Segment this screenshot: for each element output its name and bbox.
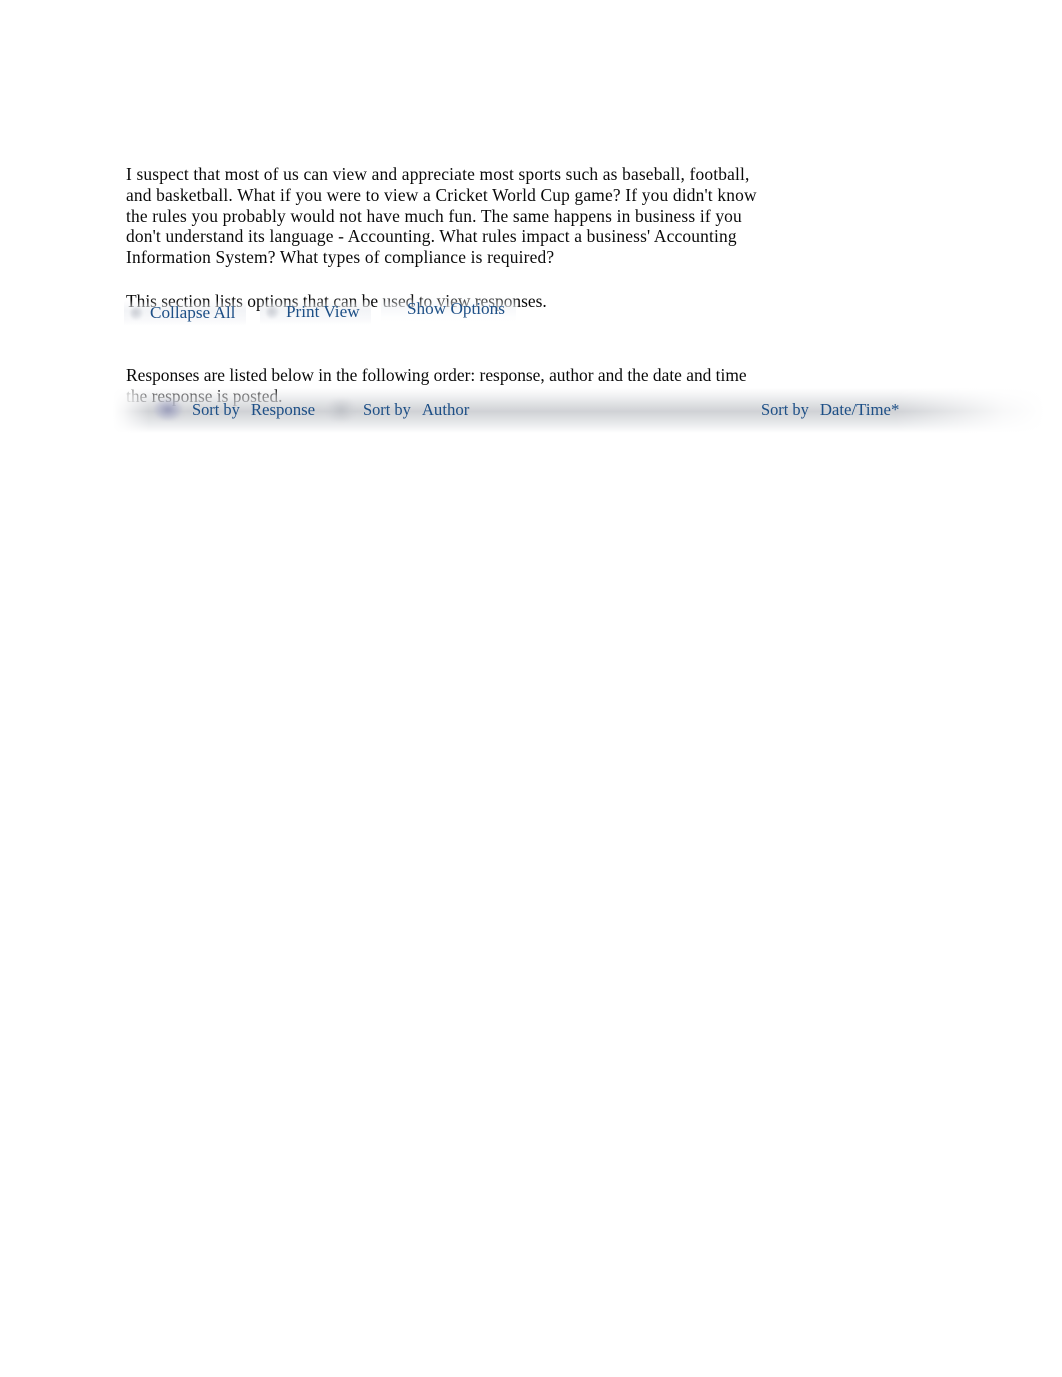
sort-bar-left-fade (113, 388, 149, 433)
discussion-thread-page: I suspect that most of us can view and a… (0, 0, 1062, 1377)
options-toolbar: Collapse All Print View Show Options (118, 296, 678, 330)
sort-response-icon (153, 398, 183, 421)
discussion-prompt-text: I suspect that most of us can view and a… (126, 164, 757, 267)
print-icon (266, 305, 279, 319)
sort-by-label-datetime: Sort by (761, 399, 809, 419)
sort-field-datetime: Date/Time* (819, 399, 900, 419)
sort-field-response: Response (250, 399, 316, 419)
sort-by-label-response: Sort by (192, 399, 240, 419)
sort-bar-right-fade (895, 388, 1045, 433)
sort-by-response-control[interactable]: Sort by Response (153, 397, 315, 422)
sort-field-author: Author (421, 399, 470, 419)
print-view-label: Print View (286, 302, 360, 322)
collapse-icon (130, 306, 143, 320)
sort-by-author-control[interactable]: Sort by Author (328, 397, 469, 422)
collapse-all-label: Collapse All (150, 303, 236, 323)
show-options-label: Show Options (407, 299, 505, 319)
sort-bar: Sort by Response Sort by Author Sort by … (113, 388, 1045, 433)
show-options-button[interactable]: Show Options (381, 296, 516, 322)
sort-by-label-author: Sort by (363, 399, 411, 419)
print-view-button[interactable]: Print View (260, 299, 371, 325)
sort-author-icon (328, 398, 354, 421)
sort-by-datetime-control[interactable]: Sort by Date/Time* (761, 397, 899, 422)
collapse-all-button[interactable]: Collapse All (124, 300, 247, 326)
